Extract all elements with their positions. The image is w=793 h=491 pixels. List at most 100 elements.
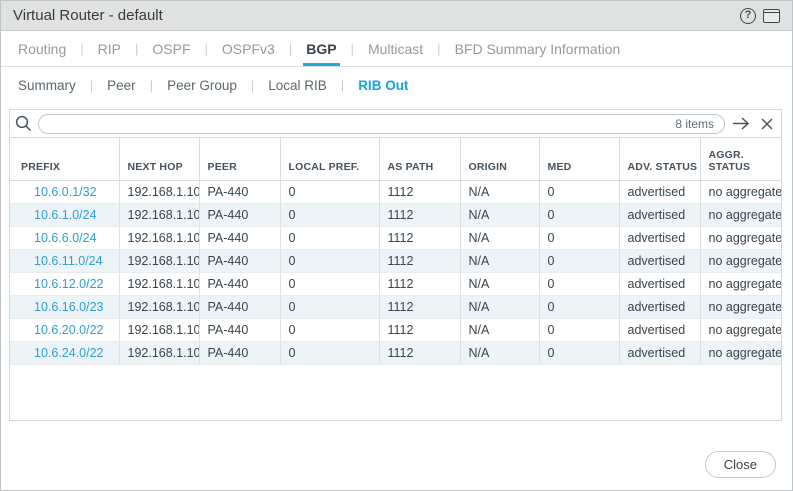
cell-as-path: 1112 [379, 226, 460, 249]
tab-routing[interactable]: Routing [15, 31, 69, 66]
cell-aggr-status: no aggregate [700, 180, 781, 203]
cell-next-hop: 192.168.1.10 [119, 318, 199, 341]
prefix-link[interactable]: 10.6.16.0/23 [34, 300, 104, 314]
cell-local-pref: 0 [280, 226, 379, 249]
cell-origin: N/A [460, 203, 539, 226]
table-row: 10.6.6.0/24192.168.1.10PA-44001112N/A0ad… [10, 226, 781, 249]
cell-adv-status: advertised [619, 249, 700, 272]
tab-separator: | [135, 31, 138, 66]
column-header-peer[interactable]: PEER [199, 138, 280, 180]
subtab-separator: | [90, 78, 93, 93]
prefix-link[interactable]: 10.6.0.1/32 [34, 185, 97, 199]
virtual-router-dialog: Virtual Router - default ? Routing|RIP|O… [0, 0, 793, 491]
cell-adv-status: advertised [619, 341, 700, 364]
clear-filter-icon[interactable] [758, 116, 776, 132]
tab-separator: | [80, 31, 83, 66]
table-scroll-area[interactable]: PREFIXNEXT HOPPEERLOCAL PREF.AS PATHORIG… [10, 138, 781, 420]
table-row: 10.6.20.0/22192.168.1.10PA-44001112N/A0a… [10, 318, 781, 341]
column-header-adv-status[interactable]: ADV. STATUS [619, 138, 700, 180]
prefix-link[interactable]: 10.6.6.0/24 [34, 231, 97, 245]
tab-bfd-summary-information[interactable]: BFD Summary Information [452, 31, 624, 66]
table-row: 10.6.24.0/22192.168.1.10PA-44001112N/A0a… [10, 341, 781, 364]
titlebar: Virtual Router - default ? [1, 1, 792, 31]
tab-bgp[interactable]: BGP [303, 31, 339, 66]
cell-local-pref: 0 [280, 295, 379, 318]
prefix-link[interactable]: 10.6.24.0/22 [34, 346, 104, 360]
subtab-separator: | [251, 78, 254, 93]
subtab-rib-out[interactable]: RIB Out [355, 78, 411, 93]
column-header-as-path[interactable]: AS PATH [379, 138, 460, 180]
cell-as-path: 1112 [379, 180, 460, 203]
column-header-local-pref[interactable]: LOCAL PREF. [280, 138, 379, 180]
filter-bar: 8 items [10, 110, 781, 138]
tab-separator: | [351, 31, 354, 66]
prefix-link[interactable]: 10.6.20.0/22 [34, 323, 104, 337]
cell-next-hop: 192.168.1.10 [119, 180, 199, 203]
cell-aggr-status: no aggregate [700, 249, 781, 272]
tab-ospf[interactable]: OSPF [149, 31, 193, 66]
search-field-wrap: 8 items [38, 114, 725, 134]
help-icon[interactable]: ? [740, 8, 756, 24]
cell-next-hop: 192.168.1.10 [119, 341, 199, 364]
cell-origin: N/A [460, 272, 539, 295]
cell-adv-status: advertised [619, 203, 700, 226]
apply-filter-arrow-icon[interactable] [730, 115, 753, 132]
cell-peer: PA-440 [199, 180, 280, 203]
cell-as-path: 1112 [379, 318, 460, 341]
cell-med: 0 [539, 295, 619, 318]
cell-aggr-status: no aggregate [700, 203, 781, 226]
cell-aggr-status: no aggregate [700, 341, 781, 364]
tab-separator: | [437, 31, 440, 66]
rib-out-table: PREFIXNEXT HOPPEERLOCAL PREF.AS PATHORIG… [10, 138, 781, 365]
tab-separator: | [289, 31, 292, 66]
cell-adv-status: advertised [619, 226, 700, 249]
table-row: 10.6.1.0/24192.168.1.10PA-44001112N/A0ad… [10, 203, 781, 226]
subtab-separator: | [341, 78, 344, 93]
subtab-peer-group[interactable]: Peer Group [164, 78, 240, 93]
prefix-link[interactable]: 10.6.12.0/22 [34, 277, 104, 291]
table-header-row: PREFIXNEXT HOPPEERLOCAL PREF.AS PATHORIG… [10, 138, 781, 180]
cell-adv-status: advertised [619, 180, 700, 203]
column-header-prefix[interactable]: PREFIX [10, 138, 119, 180]
cell-origin: N/A [460, 226, 539, 249]
subtab-peer[interactable]: Peer [104, 78, 139, 93]
cell-med: 0 [539, 180, 619, 203]
cell-adv-status: advertised [619, 272, 700, 295]
column-header-med[interactable]: MED [539, 138, 619, 180]
cell-aggr-status: no aggregate [700, 272, 781, 295]
tab-multicast[interactable]: Multicast [365, 31, 426, 66]
prefix-link[interactable]: 10.6.1.0/24 [34, 208, 97, 222]
cell-prefix: 10.6.24.0/22 [10, 341, 119, 364]
cell-prefix: 10.6.16.0/23 [10, 295, 119, 318]
table-row: 10.6.11.0/24192.168.1.10PA-44001112N/A0a… [10, 249, 781, 272]
cell-as-path: 1112 [379, 272, 460, 295]
titlebar-icons: ? [740, 8, 780, 24]
search-icon [14, 114, 33, 133]
cell-aggr-status: no aggregate [700, 295, 781, 318]
cell-peer: PA-440 [199, 272, 280, 295]
column-header-aggr-status[interactable]: AGGR. STATUS [700, 138, 781, 180]
cell-med: 0 [539, 318, 619, 341]
cell-prefix: 10.6.12.0/22 [10, 272, 119, 295]
window-dock-icon[interactable] [763, 9, 780, 23]
cell-prefix: 10.6.11.0/24 [10, 249, 119, 272]
close-button[interactable]: Close [705, 451, 776, 478]
cell-adv-status: advertised [619, 295, 700, 318]
dialog-title: Virtual Router - default [13, 7, 740, 24]
subtab-summary[interactable]: Summary [15, 78, 79, 93]
column-header-next-hop[interactable]: NEXT HOP [119, 138, 199, 180]
column-header-origin[interactable]: ORIGIN [460, 138, 539, 180]
tab-ospfv3[interactable]: OSPFv3 [219, 31, 278, 66]
cell-med: 0 [539, 203, 619, 226]
table-body: 10.6.0.1/32192.168.1.10PA-44001112N/A0ad… [10, 180, 781, 364]
search-input[interactable] [39, 115, 724, 133]
cell-local-pref: 0 [280, 318, 379, 341]
cell-prefix: 10.6.6.0/24 [10, 226, 119, 249]
cell-local-pref: 0 [280, 249, 379, 272]
cell-origin: N/A [460, 180, 539, 203]
cell-peer: PA-440 [199, 203, 280, 226]
prefix-link[interactable]: 10.6.11.0/24 [34, 254, 103, 268]
cell-peer: PA-440 [199, 249, 280, 272]
subtab-local-rib[interactable]: Local RIB [265, 78, 330, 93]
tab-rip[interactable]: RIP [95, 31, 124, 66]
